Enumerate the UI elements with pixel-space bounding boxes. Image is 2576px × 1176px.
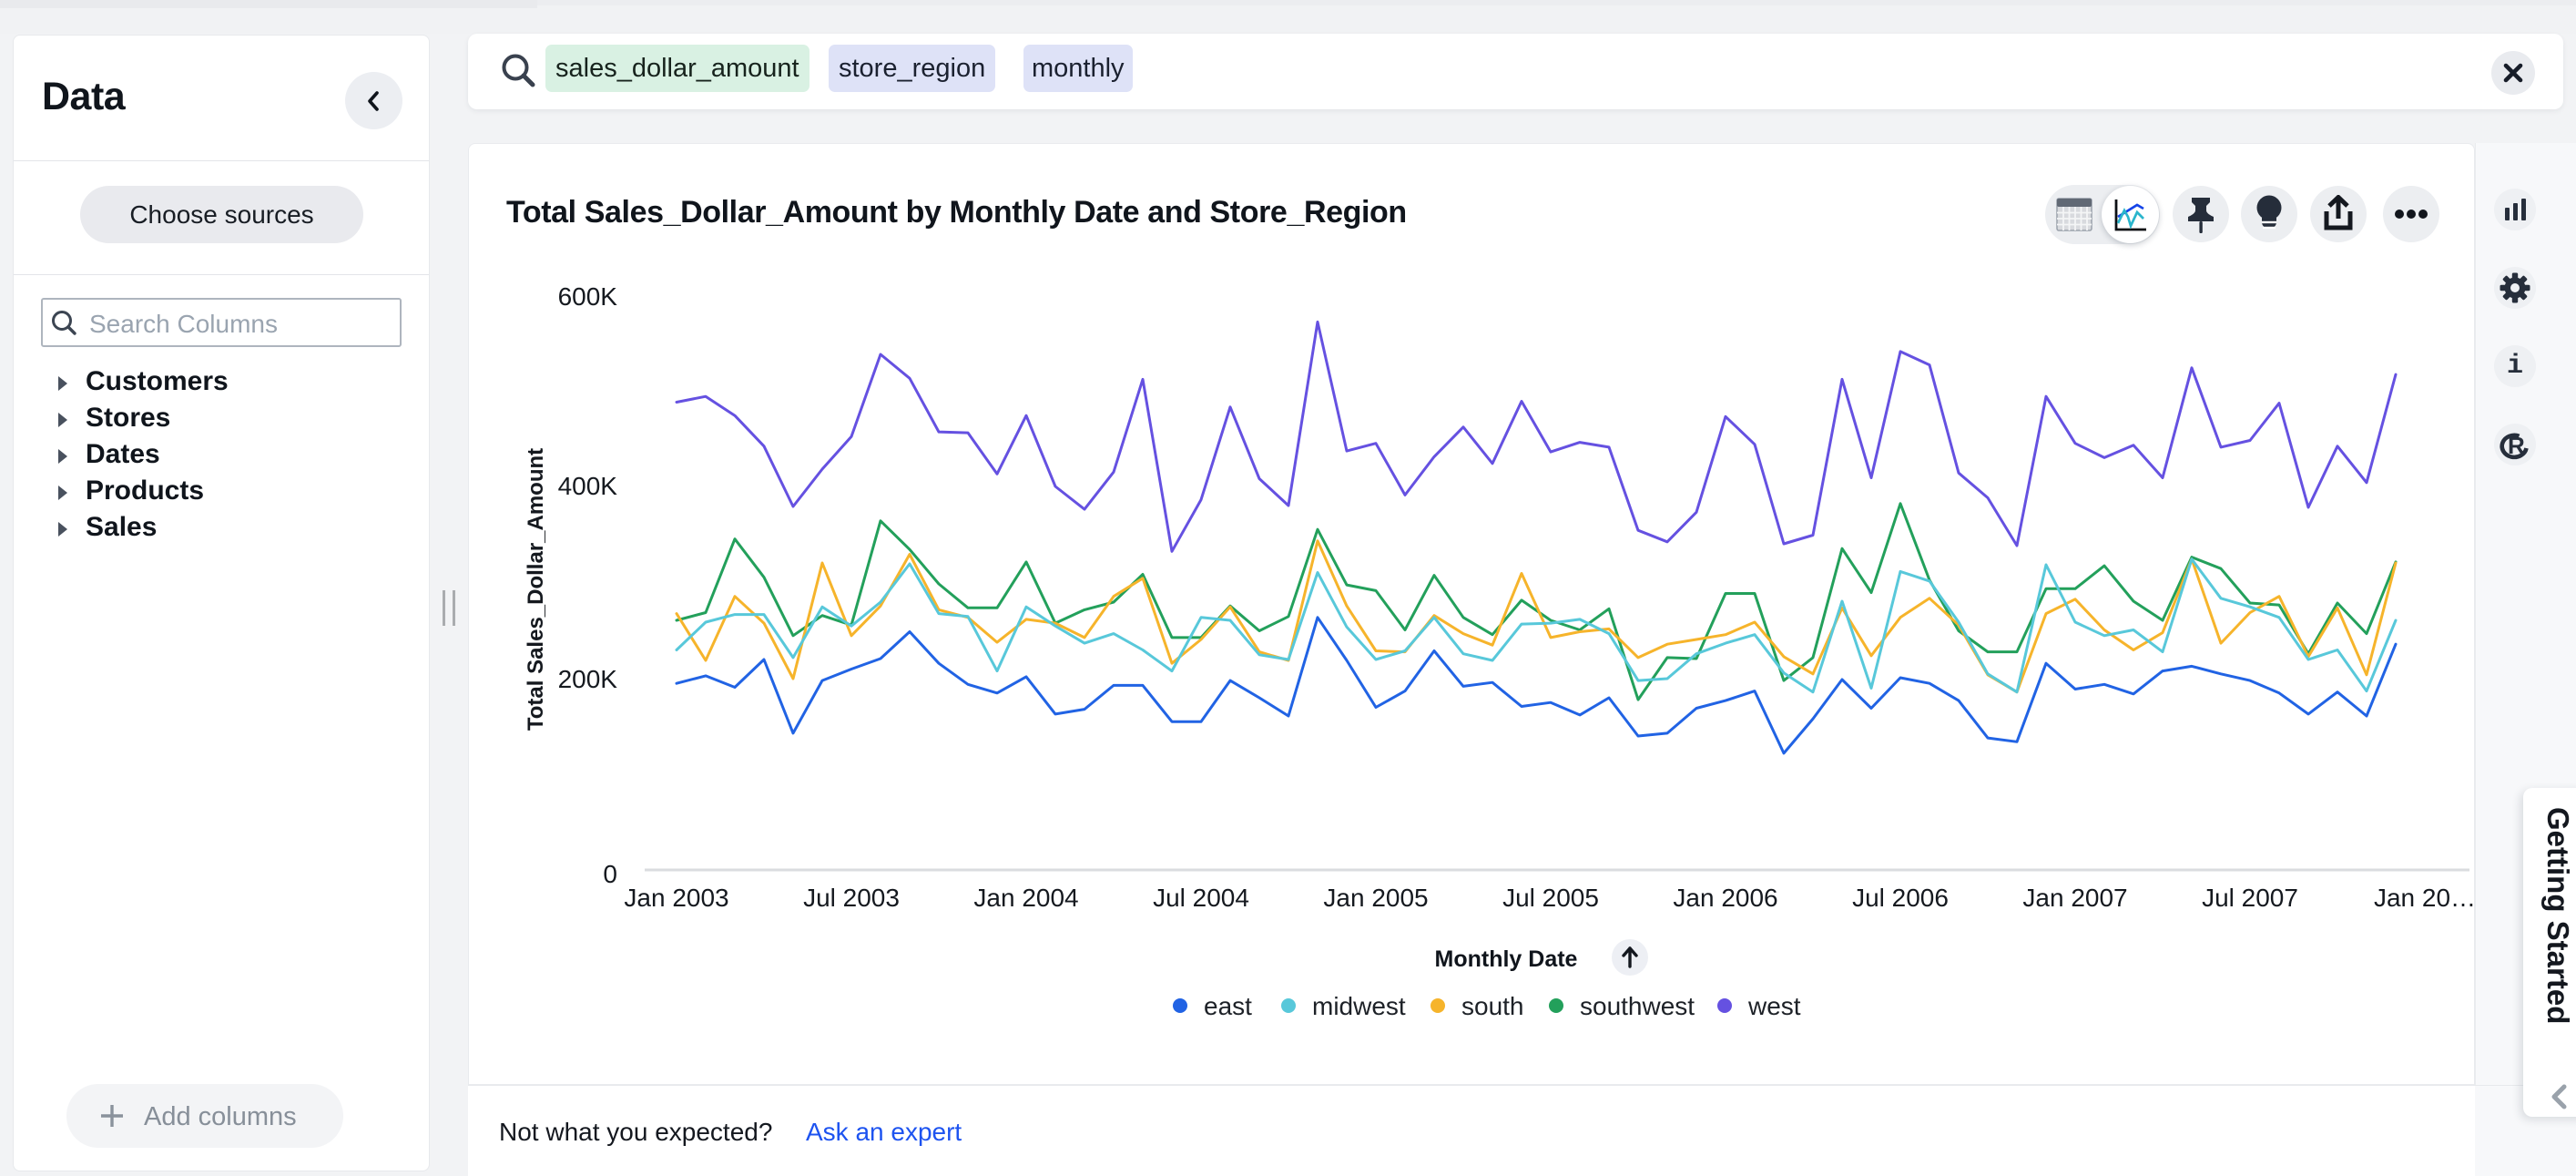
svg-text:Jan 2005: Jan 2005 [1323,884,1428,912]
svg-text:0: 0 [603,860,617,888]
svg-text:400K: 400K [558,472,618,500]
svg-text:Jul 2003: Jul 2003 [803,884,900,912]
svg-text:Jan 2003: Jan 2003 [624,884,728,912]
svg-text:midwest: midwest [1312,992,1406,1020]
svg-text:600K: 600K [558,282,618,311]
svg-text:R: R [2508,432,2525,459]
svg-text:Jul 2005: Jul 2005 [1502,884,1599,912]
svg-text:200K: 200K [558,665,618,693]
svg-text:Total Sales_Dollar_Amount: Total Sales_Dollar_Amount [524,448,548,731]
svg-text:east: east [1204,992,1252,1020]
svg-text:Jul 2006: Jul 2006 [1852,884,1949,912]
svg-text:Jan 2006: Jan 2006 [1673,884,1777,912]
svg-text:west: west [1747,992,1801,1020]
svg-text:southwest: southwest [1580,992,1695,1020]
svg-text:south: south [1461,992,1524,1020]
svg-text:Jan 2007: Jan 2007 [2022,884,2127,912]
svg-text:Jan 2004: Jan 2004 [973,884,1078,912]
svg-text:Jul 2007: Jul 2007 [2202,884,2298,912]
svg-text:Monthly Date: Monthly Date [1435,946,1578,972]
svg-text:Jul 2004: Jul 2004 [1153,884,1249,912]
svg-text:Jan 20…: Jan 20… [2374,884,2475,912]
